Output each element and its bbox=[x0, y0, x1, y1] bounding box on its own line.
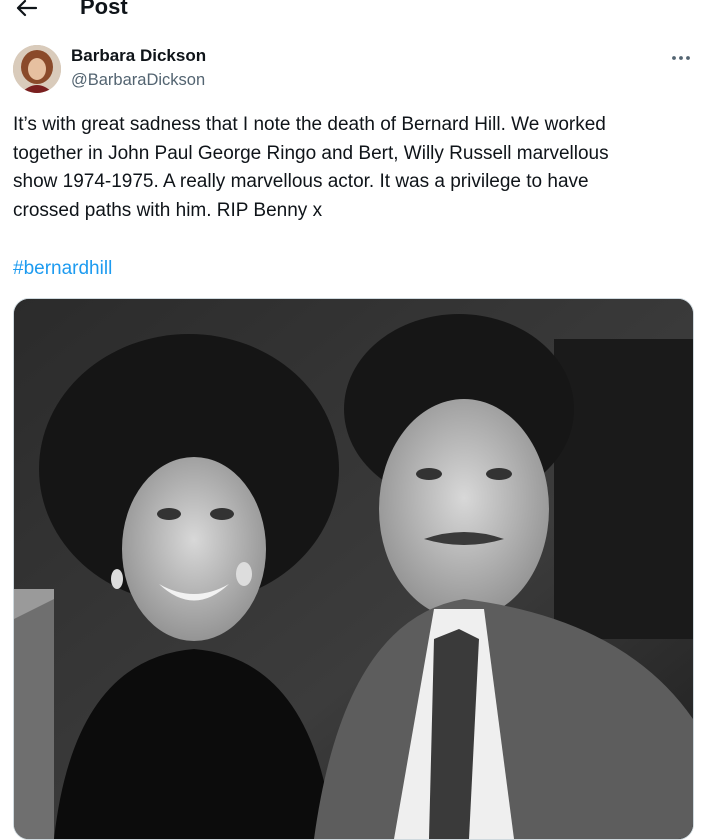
page-title: Post bbox=[80, 0, 128, 19]
hashtag-link[interactable]: #bernardhill bbox=[13, 255, 112, 284]
avatar[interactable] bbox=[13, 45, 61, 93]
back-button[interactable] bbox=[10, 0, 42, 24]
post-header: Post bbox=[0, 0, 718, 30]
post-photo[interactable] bbox=[13, 298, 694, 840]
arrow-left-icon bbox=[16, 0, 38, 17]
more-horizontal-icon bbox=[672, 56, 690, 60]
author-display-name[interactable]: Barbara Dickson bbox=[71, 46, 206, 66]
post-text: It’s with great sadness that I note the … bbox=[13, 114, 609, 221]
more-options-button[interactable] bbox=[668, 48, 694, 68]
author-handle[interactable]: @BarbaraDickson bbox=[71, 71, 205, 90]
photo-image bbox=[14, 299, 693, 839]
avatar-image bbox=[13, 45, 61, 93]
